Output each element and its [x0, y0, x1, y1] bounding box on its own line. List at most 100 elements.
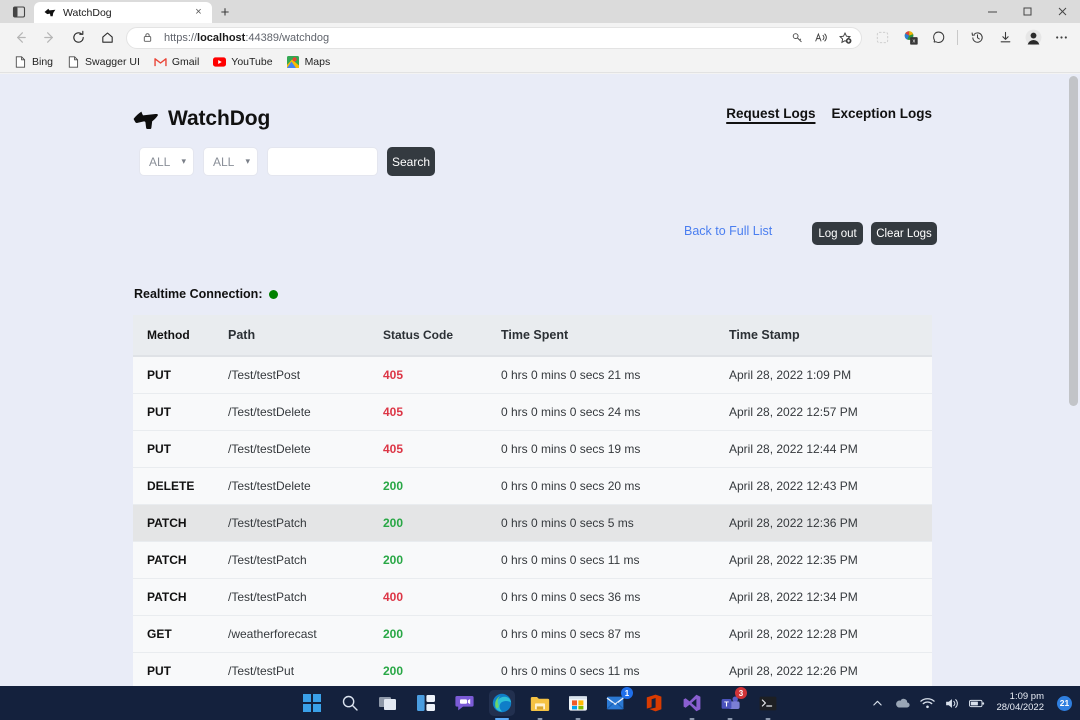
back-to-full-list-link[interactable]: Back to Full List [684, 224, 772, 238]
teams-button[interactable]: T 3 [717, 690, 743, 716]
terminal-button[interactable] [755, 690, 781, 716]
table-row[interactable]: GET/weatherforecast2000 hrs 0 mins 0 sec… [133, 616, 932, 653]
windows-taskbar: 1 T 3 [0, 686, 1080, 720]
back-arrow-icon[interactable] [6, 25, 34, 50]
method-filter-select[interactable]: ALL ▾ [139, 147, 194, 176]
clear-logs-button[interactable]: Clear Logs [871, 222, 937, 245]
visual-studio-button[interactable] [679, 690, 705, 716]
history-icon[interactable] [964, 26, 990, 50]
table-row[interactable]: PUT/Test/testPut2000 hrs 0 mins 0 secs 1… [133, 653, 932, 687]
home-icon[interactable] [93, 25, 121, 50]
onedrive-icon[interactable] [894, 695, 910, 711]
profile-avatar-icon[interactable] [1020, 26, 1046, 50]
show-hidden-icons-icon[interactable] [869, 695, 885, 711]
table-row[interactable]: PATCH/Test/testPatch2000 hrs 0 mins 0 se… [133, 542, 932, 579]
address-bar[interactable]: https://localhost:44389/watchdog [126, 27, 862, 49]
cell-path: /Test/testPost [228, 356, 383, 394]
notification-badge: 1 [621, 687, 633, 699]
watchdog-logo-icon [133, 108, 159, 130]
browser-tab[interactable]: WatchDog × [34, 2, 212, 23]
table-row[interactable]: DELETE/Test/testDelete2000 hrs 0 mins 0 … [133, 468, 932, 505]
extensions-icon[interactable]: x [897, 26, 923, 50]
page-scrollbar-thumb[interactable] [1069, 76, 1078, 406]
downloads-icon[interactable] [992, 26, 1018, 50]
taskbar-clock[interactable]: 1:09 pm 28/04/2022 [996, 692, 1044, 714]
cell-stamp: April 28, 2022 12:44 PM [729, 431, 932, 468]
start-button[interactable] [299, 690, 325, 716]
table-row[interactable]: PATCH/Test/testPatch2000 hrs 0 mins 0 se… [133, 505, 932, 542]
widgets-button[interactable] [413, 690, 439, 716]
browser-essentials-icon[interactable] [925, 26, 951, 50]
page-title: WatchDog [168, 107, 270, 131]
tab-title: WatchDog [63, 7, 185, 19]
bookmark-maps[interactable]: Maps [281, 54, 337, 71]
cell-path: /Test/testPatch [228, 579, 383, 616]
table-row[interactable]: PUT/Test/testDelete4050 hrs 0 mins 0 sec… [133, 431, 932, 468]
cell-status: 200 [383, 542, 501, 579]
edge-button[interactable] [489, 690, 515, 716]
tab-request-logs[interactable]: Request Logs [726, 106, 815, 121]
task-view-button[interactable] [375, 690, 401, 716]
battery-icon[interactable] [969, 695, 985, 711]
bookmark-swagger-ui[interactable]: Swagger UI [61, 54, 146, 71]
page-icon [67, 56, 80, 69]
taskbar-items: 1 T 3 [299, 690, 781, 716]
minimize-icon[interactable] [975, 0, 1010, 23]
favorite-star-icon[interactable] [835, 28, 855, 48]
maximize-icon[interactable] [1010, 0, 1045, 23]
cell-path: /Test/testDelete [228, 394, 383, 431]
page-scrollbar-track[interactable] [1066, 74, 1080, 686]
column-header-time-stamp[interactable]: Time Stamp [729, 315, 932, 356]
bookmark-gmail[interactable]: Gmail [148, 54, 205, 71]
tab-list-icon[interactable] [4, 0, 34, 23]
logout-button[interactable]: Log out [812, 222, 863, 245]
cell-spent: 0 hrs 0 mins 0 secs 87 ms [501, 616, 729, 653]
cell-status: 200 [383, 653, 501, 687]
key-icon[interactable] [787, 28, 807, 48]
close-icon[interactable] [1045, 0, 1080, 23]
office-button[interactable] [641, 690, 667, 716]
table-row[interactable]: PATCH/Test/testPatch4000 hrs 0 mins 0 se… [133, 579, 932, 616]
table-row[interactable]: PUT/Test/testPost4050 hrs 0 mins 0 secs … [133, 356, 932, 394]
volume-icon[interactable] [944, 695, 960, 711]
microsoft-store-button[interactable] [565, 690, 591, 716]
cell-method: GET [133, 616, 228, 653]
column-header-time-spent[interactable]: Time Spent [501, 315, 729, 356]
bookmark-youtube[interactable]: YouTube [207, 54, 278, 71]
settings-more-icon[interactable] [1048, 26, 1074, 50]
close-icon[interactable]: × [191, 5, 206, 20]
cell-status: 405 [383, 394, 501, 431]
reload-icon[interactable] [64, 25, 92, 50]
column-header-status-code[interactable]: Status Code [383, 315, 501, 356]
page-viewport: WatchDog Request Logs Exception Logs ALL… [0, 74, 1080, 686]
column-header-method[interactable]: Method [133, 315, 228, 356]
realtime-connection-status: Realtime Connection: [134, 287, 278, 301]
tab-exception-logs[interactable]: Exception Logs [831, 106, 932, 121]
search-button[interactable]: Search [387, 147, 435, 176]
forward-arrow-icon[interactable] [35, 25, 63, 50]
wifi-icon[interactable] [919, 695, 935, 711]
column-header-path[interactable]: Path [228, 315, 383, 356]
cell-method: PUT [133, 356, 228, 394]
notification-center-badge[interactable]: 21 [1057, 696, 1072, 711]
file-explorer-button[interactable] [527, 690, 553, 716]
status-filter-select[interactable]: ALL ▾ [203, 147, 258, 176]
bookmark-label: Swagger UI [85, 56, 140, 68]
chat-teams-button[interactable] [451, 690, 477, 716]
bookmark-bing[interactable]: Bing [8, 54, 59, 71]
cell-path: /Test/testPatch [228, 542, 383, 579]
table-row[interactable]: PUT/Test/testDelete4050 hrs 0 mins 0 sec… [133, 394, 932, 431]
cell-method: PATCH [133, 542, 228, 579]
collections-icon[interactable] [869, 26, 895, 50]
method-filter-value: ALL [149, 155, 170, 169]
read-aloud-icon[interactable] [811, 28, 831, 48]
browser-window: WatchDog × + [0, 0, 1080, 720]
search-input[interactable] [267, 147, 378, 176]
mail-button[interactable]: 1 [603, 690, 629, 716]
cell-spent: 0 hrs 0 mins 0 secs 36 ms [501, 579, 729, 616]
new-tab-button[interactable]: + [212, 1, 238, 23]
search-button[interactable] [337, 690, 363, 716]
bookmark-label: Gmail [172, 56, 199, 68]
cell-spent: 0 hrs 0 mins 0 secs 19 ms [501, 431, 729, 468]
cell-stamp: April 28, 2022 12:28 PM [729, 616, 932, 653]
